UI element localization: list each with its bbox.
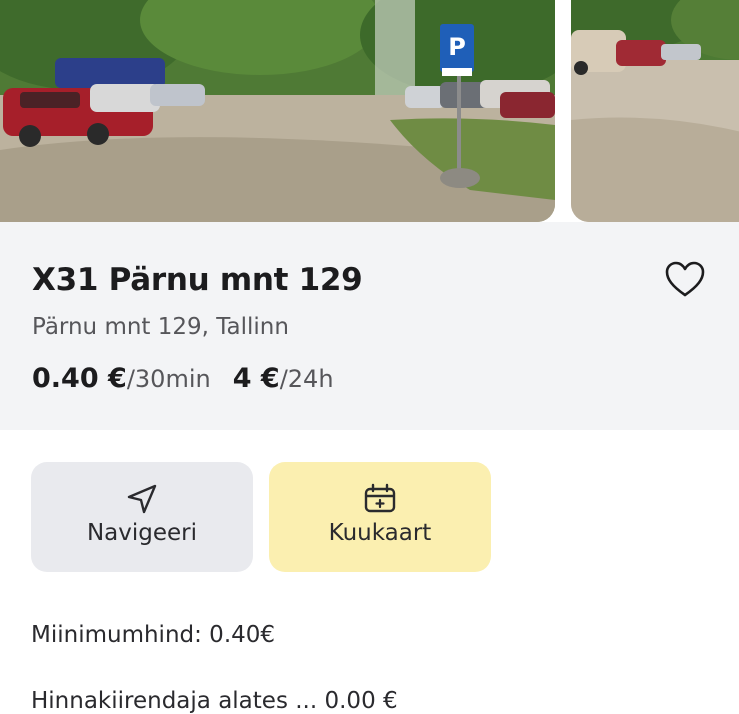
parking-photo-1[interactable]: P (0, 0, 555, 222)
price-summary: 0.40 €/30min 4 €/24h (32, 363, 334, 394)
action-buttons: Navigeeri Kuukaart (0, 462, 739, 572)
monthly-pass-label: Kuukaart (328, 520, 432, 546)
navigation-arrow-icon (125, 482, 159, 516)
price-unit-24h: /24h (279, 365, 334, 393)
zone-title: X31 Pärnu mnt 129 (32, 262, 363, 298)
parking-photo-2[interactable] (571, 0, 739, 222)
navigate-label: Navigeeri (86, 520, 198, 546)
favorite-heart-icon[interactable] (664, 260, 706, 298)
monthly-pass-button[interactable]: Kuukaart (269, 462, 491, 572)
parking-sign-letter: P (448, 33, 466, 61)
price-accelerator-line: Hinnakiirendaja alates ... 0.00 € (31, 688, 398, 714)
minimum-price: Miinimumhind: 0.40€ (31, 622, 276, 648)
zone-info-panel: X31 Pärnu mnt 129 Pärnu mnt 129, Tallinn… (0, 222, 739, 430)
photo-gallery[interactable]: P (0, 0, 739, 222)
calendar-plus-icon (363, 482, 397, 516)
navigate-button[interactable]: Navigeeri (31, 462, 253, 572)
zone-address: Pärnu mnt 129, Tallinn (32, 314, 289, 340)
price-amount-24h: 4 € (232, 363, 280, 394)
price-unit-30min: /30min (126, 365, 211, 393)
price-amount-30min: 0.40 € (32, 363, 127, 394)
